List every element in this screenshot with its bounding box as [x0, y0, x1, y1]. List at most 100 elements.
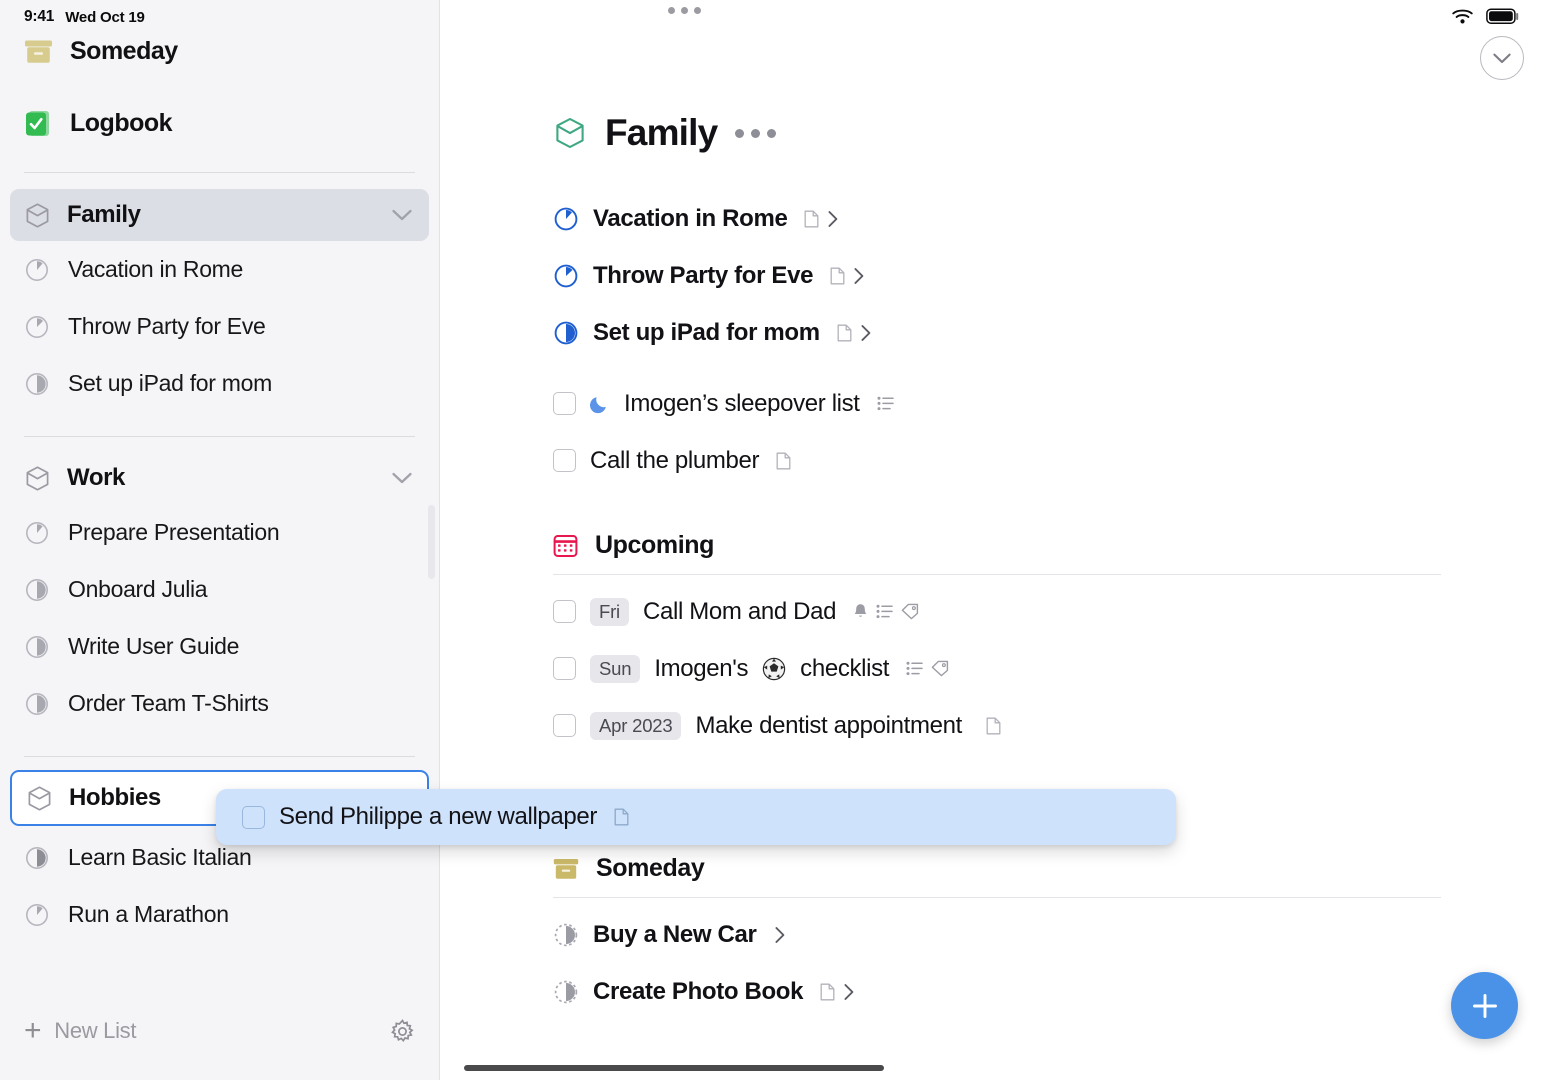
progress-pie-dashed-icon — [553, 922, 579, 948]
progress-pie-icon — [553, 263, 579, 289]
add-item-button[interactable] — [1451, 972, 1518, 1039]
battery-icon — [1486, 8, 1520, 25]
sidebar-item-someday[interactable]: Someday — [0, 28, 439, 74]
date-badge: Sun — [590, 654, 641, 683]
todo-row-call-mom-and-dad[interactable]: Fri Call Mom and Dad — [553, 583, 1546, 640]
project-label: Set up iPad for mom — [593, 318, 820, 346]
project-row-create-photo-book[interactable]: Create Photo Book — [553, 963, 1546, 1020]
sidebar-item-work[interactable]: Work — [10, 452, 429, 504]
todo-label-after: checklist — [800, 654, 890, 682]
sidebar-divider-2 — [24, 436, 415, 437]
todo-row-imogens-checklist[interactable]: Sun Imogen's checklist — [553, 640, 1546, 697]
wifi-icon — [1451, 8, 1474, 25]
sidebar-scrollbar[interactable] — [428, 505, 435, 579]
sidebar-project-label: Write User Guide — [68, 633, 240, 659]
section-title: Upcoming — [595, 531, 715, 559]
sidebar-project-row[interactable]: Set up iPad for mom — [0, 355, 439, 412]
sidebar-project-label: Order Team T-Shirts — [68, 690, 269, 716]
sidebar-project-row[interactable]: Order Team T-Shirts — [0, 675, 439, 732]
sidebar-divider-3 — [24, 756, 415, 757]
progress-pie-icon — [24, 371, 50, 397]
section-rule — [553, 574, 1441, 575]
todo-label-before: Imogen's — [654, 654, 749, 682]
todo-label: Imogen’s sleepover list — [624, 389, 860, 417]
logbook-check-icon — [24, 109, 53, 138]
section-header-upcoming: Upcoming — [553, 531, 1546, 560]
sidebar: 9:41 Wed Oct 19 Someday Logbook Family V… — [0, 0, 440, 1080]
chevron-right-icon[interactable] — [843, 983, 855, 1001]
tag-icon — [931, 660, 950, 677]
todo-row-imogens-sleepover-list[interactable]: Imogen’s sleepover list — [553, 375, 1546, 432]
chevron-down-icon[interactable] — [391, 471, 413, 485]
dragged-todo-label: Send Philippe a new wallpaper — [279, 803, 598, 830]
row-meta-icons — [774, 926, 786, 944]
note-icon — [776, 452, 791, 470]
sidebar-divider-1 — [24, 172, 415, 173]
chevron-right-icon[interactable] — [774, 926, 786, 944]
archive-box-icon — [553, 858, 579, 880]
section-rule — [553, 897, 1441, 898]
sidebar-item-logbook[interactable]: Logbook — [0, 100, 439, 146]
progress-pie-icon — [24, 314, 50, 340]
sidebar-project-label: Throw Party for Eve — [68, 313, 266, 339]
calendar-icon — [553, 533, 578, 558]
collapse-button[interactable] — [1480, 36, 1524, 80]
chevron-down-circle-icon — [1492, 52, 1512, 65]
home-indicator — [464, 1065, 884, 1071]
new-list-label: New List — [54, 1018, 137, 1043]
chevron-down-icon[interactable] — [391, 208, 413, 222]
sidebar-project-row[interactable]: Throw Party for Eve — [0, 298, 439, 355]
sidebar-item-family[interactable]: Family — [10, 189, 429, 241]
page-title-row: Family — [553, 112, 1546, 154]
sidebar-project-row[interactable]: Prepare Presentation — [0, 504, 439, 561]
sidebar-item-logbook-label: Logbook — [70, 108, 173, 137]
progress-pie-dashed-icon — [553, 979, 579, 1005]
todo-checkbox[interactable] — [242, 805, 265, 829]
project-label: Throw Party for Eve — [593, 261, 814, 289]
todo-checkbox[interactable] — [553, 449, 576, 472]
note-icon — [830, 267, 845, 285]
system-indicators — [1451, 8, 1520, 25]
project-row-buy-a-new-car[interactable]: Buy a New Car — [553, 906, 1546, 963]
todo-checkbox[interactable] — [553, 600, 576, 623]
row-meta-icons — [776, 452, 791, 470]
checklist-icon — [877, 396, 894, 411]
window-dots-icon[interactable] — [668, 7, 701, 14]
sidebar-project-label: Run a Marathon — [68, 901, 229, 927]
new-list-button[interactable]: + New List — [24, 1014, 137, 1047]
project-row-vacation-in-rome[interactable]: Vacation in Rome — [553, 190, 1546, 247]
todo-row-make-dentist-appointment[interactable]: Apr 2023 Make dentist appointment — [553, 697, 1546, 754]
main-panel: Family Vacation in Rome Throw Party for … — [440, 0, 1546, 1080]
chevron-right-icon[interactable] — [827, 210, 839, 228]
sidebar-project-row[interactable]: Onboard Julia — [0, 561, 439, 618]
note-icon — [820, 983, 835, 1001]
todo-checkbox[interactable] — [553, 714, 576, 737]
todo-checkbox[interactable] — [553, 657, 576, 680]
main-content: Family Vacation in Rome Throw Party for … — [440, 0, 1546, 1020]
chevron-right-icon[interactable] — [860, 324, 872, 342]
page-title: Family — [605, 112, 718, 153]
progress-pie-icon — [24, 691, 50, 717]
gear-icon[interactable] — [389, 1018, 416, 1045]
more-dots-icon[interactable] — [735, 128, 777, 138]
sidebar-project-row[interactable]: Vacation in Rome — [0, 241, 439, 298]
evening-moon-icon — [590, 394, 610, 414]
plus-icon: + — [24, 1014, 42, 1047]
note-icon — [837, 324, 852, 342]
reminder-bell-icon — [853, 603, 868, 620]
date-badge: Fri — [590, 597, 629, 626]
status-time: 9:41 — [24, 8, 55, 25]
checklist-icon — [876, 604, 893, 619]
project-row-throw-party-for-eve[interactable]: Throw Party for Eve — [553, 247, 1546, 304]
chevron-right-icon[interactable] — [853, 267, 865, 285]
sidebar-project-row[interactable]: Run a Marathon — [0, 886, 439, 943]
status-date: Wed Oct 19 — [65, 8, 145, 26]
todo-row-call-the-plumber[interactable]: Call the plumber — [553, 432, 1546, 489]
progress-pie-icon — [24, 520, 50, 546]
sidebar-project-row[interactable]: Write User Guide — [0, 618, 439, 675]
dragged-todo-card[interactable]: Send Philippe a new wallpaper — [216, 789, 1176, 845]
progress-pie-icon — [24, 257, 50, 283]
project-row-set-up-ipad-for-mom[interactable]: Set up iPad for mom — [553, 304, 1546, 361]
sidebar-project-label: Vacation in Rome — [68, 256, 244, 282]
todo-checkbox[interactable] — [553, 392, 576, 415]
